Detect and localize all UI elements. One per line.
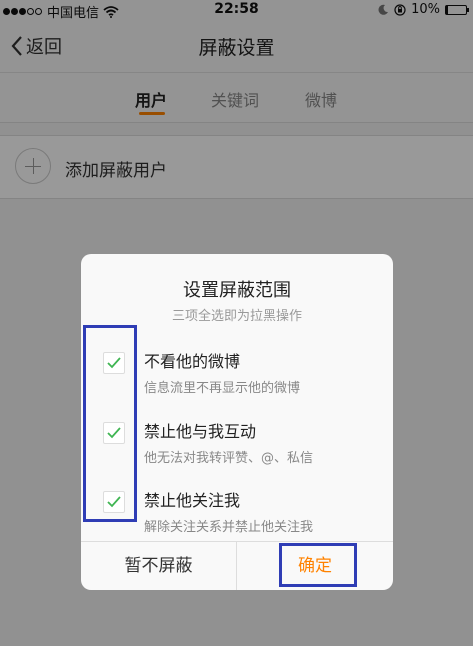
- option-description: 他无法对我转评赞、@、私信: [144, 451, 314, 466]
- option-title: 禁止他关注我: [144, 491, 241, 510]
- checkbox-highlight-box: [83, 325, 137, 522]
- dialog-title: 设置屏蔽范围: [183, 280, 291, 301]
- cancel-button[interactable]: 暂不屏蔽: [81, 542, 237, 590]
- option-description: 信息流里不再显示他的微博: [144, 381, 301, 396]
- dialog-subtitle: 三项全选即为拉黑操作: [171, 309, 302, 324]
- option-title: 不看他的微博: [144, 352, 241, 371]
- option-description: 解除关注关系并禁止他关注我: [144, 520, 314, 535]
- confirm-highlight-box: [279, 543, 357, 587]
- option-title: 禁止他与我互动: [144, 422, 257, 441]
